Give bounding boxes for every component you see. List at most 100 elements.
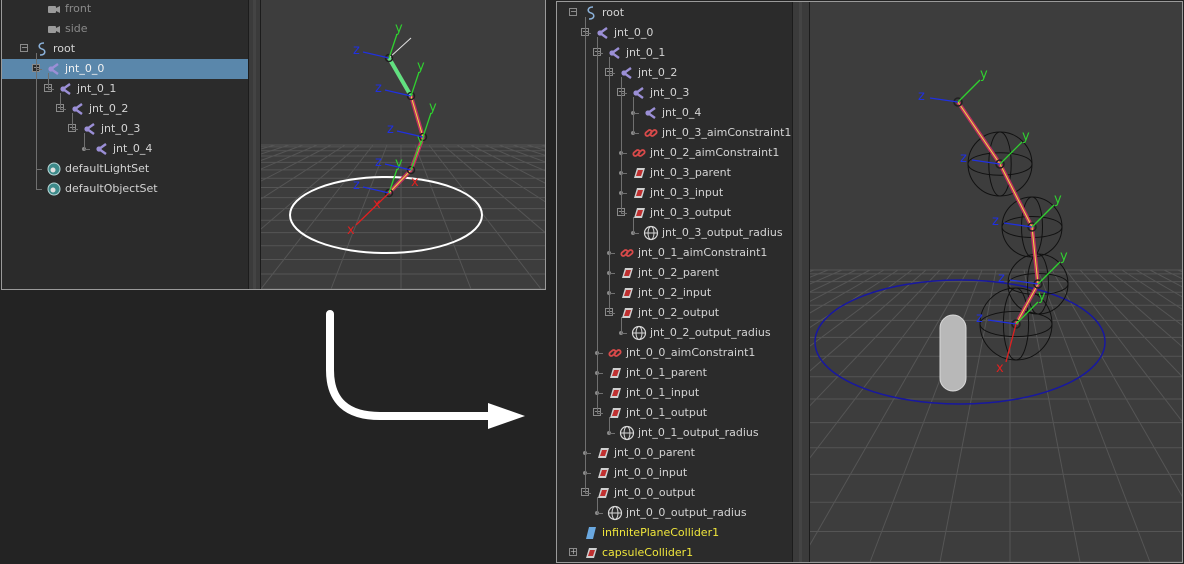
outliner-row[interactable]: −jnt_0_0 bbox=[557, 23, 792, 43]
axis-y-label: y bbox=[1060, 249, 1068, 264]
axis-z-label: z bbox=[353, 178, 360, 193]
outliner-row-label: defaultLightSet bbox=[65, 162, 150, 175]
outliner-row-label: jnt_0_1_aimConstraint1 bbox=[638, 246, 768, 259]
outliner-row-label: side bbox=[65, 22, 88, 35]
outliner-row-label: jnt_0_2_output bbox=[638, 306, 720, 319]
outliner-row[interactable]: + capsuleCollider1 bbox=[557, 543, 792, 562]
outliner-row-label: jnt_0_3 bbox=[101, 122, 141, 135]
axis-y-label: y bbox=[417, 59, 425, 74]
outliner-row[interactable]: − root bbox=[557, 3, 792, 23]
outliner-row-label: jnt_0_0_output bbox=[614, 486, 696, 499]
outliner-row-label: jnt_0_1_output_radius bbox=[638, 426, 759, 439]
collapse-toggle[interactable]: − bbox=[20, 44, 28, 52]
constraint-icon bbox=[643, 125, 659, 141]
axis-x-label: x bbox=[347, 223, 355, 238]
plane-icon bbox=[583, 525, 599, 541]
tree-line bbox=[621, 317, 622, 333]
axis-y-label: y bbox=[395, 21, 403, 36]
transition-arrow-icon bbox=[326, 310, 525, 429]
outliner-row[interactable]: jnt_0_4 bbox=[557, 103, 792, 123]
outliner-row-label: jnt_0_1_parent bbox=[626, 366, 707, 379]
outliner-row[interactable]: −jnt_0_0_output bbox=[557, 483, 792, 503]
outliner-row[interactable]: −jnt_0_3 bbox=[557, 83, 792, 103]
tree-line bbox=[585, 493, 591, 494]
tree-line bbox=[633, 217, 634, 233]
outliner-row[interactable]: jnt_0_4 bbox=[2, 139, 248, 159]
outliner-row-label: capsuleCollider1 bbox=[602, 546, 694, 559]
tree-line bbox=[633, 233, 639, 234]
outliner-row-label: root bbox=[53, 42, 76, 55]
tree-line bbox=[36, 189, 42, 190]
outliner-row[interactable]: jnt_0_2_parent bbox=[557, 263, 792, 283]
outliner-row[interactable]: −jnt_0_2 bbox=[557, 63, 792, 83]
tree-line bbox=[36, 169, 42, 170]
sphere-icon bbox=[619, 425, 635, 441]
axis-z-label: z bbox=[918, 89, 925, 104]
constraint-icon bbox=[631, 145, 647, 161]
axis-y-label: y bbox=[429, 100, 437, 115]
collapse-toggle[interactable]: − bbox=[569, 8, 577, 16]
outliner-row-label: infinitePlaneCollider1 bbox=[602, 526, 720, 539]
tree-line bbox=[621, 93, 627, 94]
outliner-row-label: jnt_0_2_output_radius bbox=[650, 326, 771, 339]
outliner-row[interactable]: −jnt_0_1 bbox=[557, 43, 792, 63]
tree-line bbox=[621, 213, 627, 214]
tree-line bbox=[609, 73, 615, 74]
node-icon bbox=[631, 185, 647, 201]
outliner-row[interactable]: front bbox=[2, 0, 248, 19]
tree-line bbox=[597, 37, 598, 413]
tree-line bbox=[72, 129, 78, 130]
outliner-row[interactable]: −jnt_0_1_output bbox=[557, 403, 792, 423]
outliner-row[interactable]: jnt_0_1_output_radius bbox=[557, 423, 792, 443]
tree-line bbox=[597, 513, 603, 514]
panel-splitter[interactable] bbox=[792, 2, 810, 562]
viewport-3d[interactable]: zyzyzyzyzyxxx bbox=[261, 0, 545, 289]
outliner-row[interactable]: jnt_0_1_input bbox=[557, 383, 792, 403]
outliner-row[interactable]: jnt_0_0_aimConstraint1 bbox=[557, 343, 792, 363]
outliner-row[interactable]: jnt_0_3_parent bbox=[557, 163, 792, 183]
outliner-row[interactable]: −jnt_0_1 bbox=[2, 79, 248, 99]
outliner-row[interactable]: −jnt_0_2_output bbox=[557, 303, 792, 323]
outliner-row-label: jnt_0_0_aimConstraint1 bbox=[626, 346, 756, 359]
tree-line bbox=[621, 173, 627, 174]
tree-line bbox=[585, 17, 586, 493]
outliner-row[interactable]: jnt_0_2_input bbox=[557, 283, 792, 303]
outliner-row[interactable]: jnt_0_1_parent bbox=[557, 363, 792, 383]
outliner-row[interactable]: −jnt_0_2 bbox=[2, 99, 248, 119]
expand-toggle[interactable]: + bbox=[569, 548, 577, 556]
outliner-row[interactable]: jnt_0_0_input bbox=[557, 463, 792, 483]
outliner-row[interactable]: infinitePlaneCollider1 bbox=[557, 523, 792, 543]
node-icon bbox=[583, 545, 599, 561]
sphere-icon bbox=[607, 505, 623, 521]
axis-y-label: y bbox=[1022, 129, 1030, 144]
arrow-shaft bbox=[326, 310, 499, 420]
arrow-head bbox=[488, 403, 525, 429]
joint-icon bbox=[643, 105, 659, 121]
outliner-row[interactable]: jnt_0_3_input bbox=[557, 183, 792, 203]
outliner-row[interactable]: side bbox=[2, 19, 248, 39]
outliner-row[interactable]: jnt_0_3_aimConstraint1 bbox=[557, 123, 792, 143]
tree-line bbox=[48, 73, 49, 89]
after-panel: −root−jnt_0_0−jnt_0_1−jnt_0_2−jnt_0_3jnt… bbox=[557, 2, 1182, 562]
outliner-row[interactable]: jnt_0_2_output_radius bbox=[557, 323, 792, 343]
outliner-row-label: jnt_0_3_input bbox=[650, 186, 724, 199]
outliner-row[interactable]: −jnt_0_3 bbox=[2, 119, 248, 139]
tree-line bbox=[609, 293, 615, 294]
panel-splitter[interactable] bbox=[248, 0, 261, 289]
outliner-row[interactable]: −jnt_0_3_output bbox=[557, 203, 792, 223]
outliner-row[interactable]: jnt_0_0_parent bbox=[557, 443, 792, 463]
outliner[interactable]: topfrontside−root−jnt_0_0−jnt_0_1−jnt_0_… bbox=[2, 0, 248, 289]
outliner-row[interactable]: jnt_0_0_output_radius bbox=[557, 503, 792, 523]
tree-line bbox=[597, 353, 603, 354]
outliner-row[interactable]: − root bbox=[2, 39, 248, 59]
outliner-row-label: jnt_0_1_input bbox=[626, 386, 700, 399]
viewport-3d[interactable]: z y z y z y z y z y x bbox=[810, 2, 1182, 562]
axis-y-label: y bbox=[1054, 192, 1062, 207]
outliner-row[interactable]: jnt_0_2_aimConstraint1 bbox=[557, 143, 792, 163]
axis-z-label: z bbox=[998, 271, 1005, 286]
tree-line bbox=[84, 133, 85, 149]
outliner-row[interactable]: jnt_0_1_aimConstraint1 bbox=[557, 243, 792, 263]
outliner-row-label: jnt_0_2 bbox=[638, 66, 678, 79]
outliner-row[interactable]: jnt_0_3_output_radius bbox=[557, 223, 792, 243]
outliner[interactable]: −root−jnt_0_0−jnt_0_1−jnt_0_2−jnt_0_3jnt… bbox=[557, 2, 792, 562]
